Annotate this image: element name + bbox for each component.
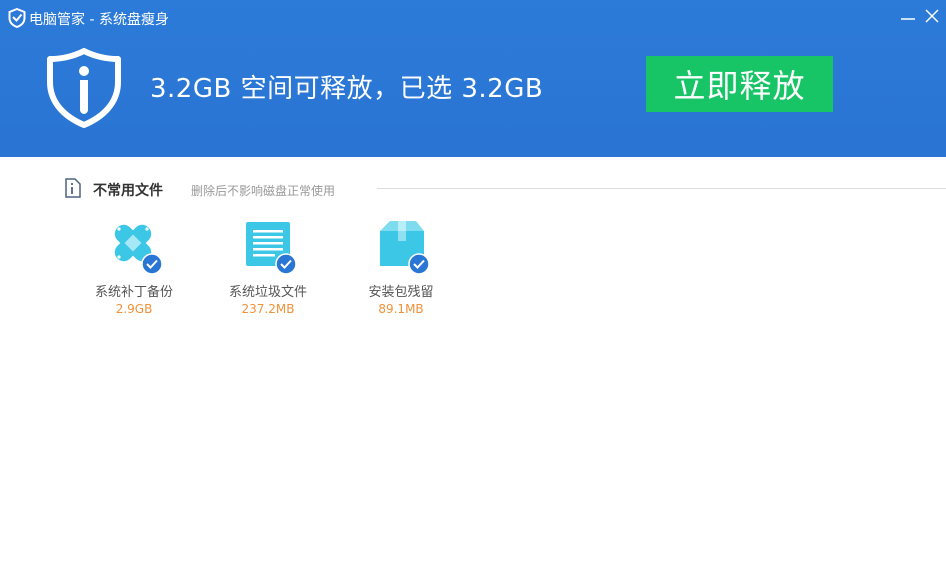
item-size: 237.2MB (241, 302, 295, 316)
item-name: 系统垃圾文件 (228, 285, 307, 300)
checked-icon[interactable] (275, 253, 297, 275)
close-button[interactable] (920, 4, 944, 28)
bandage-icon (109, 219, 163, 275)
item-patch-backup[interactable]: 系统补丁备份 2.9GB (79, 217, 189, 327)
section-title: 不常用文件 (93, 183, 163, 199)
item-installer-leftover[interactable]: 安装包残留 89.1MB (346, 217, 456, 327)
item-system-junk[interactable]: 系统垃圾文件 237.2MB (213, 217, 323, 327)
shield-info-icon (44, 48, 124, 128)
header-banner: 电脑管家 - 系统盘瘦身 3.2GB 空间可释放，已选 3.2GB 立即释放 (0, 0, 946, 157)
package-box-icon (376, 219, 430, 275)
document-list-icon (243, 219, 297, 275)
document-icon (64, 178, 82, 198)
space-summary: 3.2GB 空间可释放，已选 3.2GB (150, 74, 544, 104)
app-logo-icon (8, 7, 26, 29)
release-now-button[interactable]: 立即释放 (646, 56, 833, 112)
item-size: 2.9GB (115, 302, 153, 316)
item-name: 安装包残留 (368, 285, 434, 300)
section-divider (377, 188, 946, 189)
item-name: 系统补丁备份 (94, 285, 173, 300)
section-description: 删除后不影响磁盘正常使用 (191, 184, 336, 198)
close-icon (925, 9, 939, 23)
section-header: 不常用文件 删除后不影响磁盘正常使用 (64, 177, 946, 199)
title-bar[interactable]: 电脑管家 - 系统盘瘦身 (0, 0, 946, 36)
minimize-button[interactable] (896, 4, 920, 28)
item-size: 89.1MB (378, 302, 424, 316)
checked-icon[interactable] (408, 253, 430, 275)
window-title: 电脑管家 - 系统盘瘦身 (29, 12, 169, 28)
checked-icon[interactable] (141, 253, 163, 275)
minimize-icon (901, 18, 915, 20)
